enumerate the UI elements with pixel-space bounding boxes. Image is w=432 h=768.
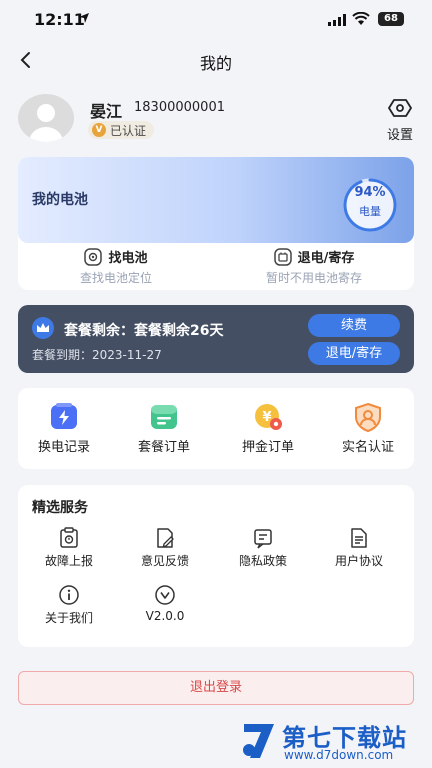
logout-button[interactable]: 退出登录 <box>18 671 414 705</box>
quick-item-deposit-order[interactable]: ¥ 押金订单 <box>222 402 314 455</box>
battery-percent: 94% <box>354 185 386 200</box>
feedback-icon <box>157 528 174 548</box>
return-battery-icon <box>273 247 292 266</box>
service-fault-report[interactable]: 故障上报 <box>24 527 114 569</box>
find-battery-label: 找电池 <box>108 251 148 266</box>
location-arrow-icon <box>79 13 89 23</box>
id-verify-icon <box>355 402 381 432</box>
battery-banner[interactable]: 我的电池 94% 电量 <box>18 157 414 243</box>
battery-title: 我的电池 <box>32 192 88 208</box>
verified-label: 已认证 <box>110 123 147 138</box>
user-phone: 18300000001 <box>134 100 225 115</box>
agreement-icon <box>351 528 367 548</box>
battery-gauge-label: 电量 <box>359 205 381 218</box>
status-bar: 12:11 68 <box>0 0 432 40</box>
service-privacy[interactable]: 隐私政策 <box>218 527 308 569</box>
return-battery-label: 退电/寄存 <box>297 251 355 266</box>
plan-return-button[interactable]: 退电/寄存 <box>308 342 400 365</box>
quick-actions: 换电记录 套餐订单 ¥ 押金订单 实名认证 <box>18 388 414 469</box>
return-battery-button[interactable]: 退电/寄存 暂时不用电池寄存 <box>224 247 404 286</box>
battery-status-icon: 68 <box>378 12 404 26</box>
plan-expiry: 套餐到期：2023-11-27 <box>32 348 162 362</box>
return-battery-sub: 暂时不用电池寄存 <box>265 271 362 285</box>
service-label: 用户协议 <box>334 554 383 568</box>
crown-icon <box>32 317 54 339</box>
services-title: 精选服务 <box>32 500 88 516</box>
battery-swap-icon <box>51 403 77 429</box>
settings-icon <box>388 99 412 117</box>
service-label: 故障上报 <box>44 554 93 568</box>
locate-battery-icon <box>84 247 103 266</box>
settings-button[interactable]: 设置 <box>380 98 420 143</box>
verified-icon: V <box>92 123 106 137</box>
version-icon <box>155 585 175 605</box>
service-label: 关于我们 <box>44 611 93 625</box>
find-battery-sub: 查找电池定位 <box>79 271 152 285</box>
service-feedback[interactable]: 意见反馈 <box>120 527 210 569</box>
settings-label: 设置 <box>386 128 413 143</box>
nav-bar: 我的 <box>0 40 432 80</box>
avatar[interactable] <box>18 94 74 142</box>
service-label: 意见反馈 <box>140 554 189 568</box>
service-label: 隐私政策 <box>238 554 287 568</box>
featured-services: 精选服务 故障上报 意见反馈 隐私政策 用户协议 关于我们 V2.0.0 <box>18 485 414 647</box>
wifi-icon <box>352 12 370 25</box>
privacy-icon <box>254 529 272 549</box>
find-battery-button[interactable]: 找电池 查找电池定位 <box>26 247 206 286</box>
watermark: 第七下载站 www.d7down.com <box>232 716 432 768</box>
quick-label: 换电记录 <box>37 440 90 455</box>
service-agreement[interactable]: 用户协议 <box>314 527 404 569</box>
quick-item-id-verify[interactable]: 实名认证 <box>322 402 414 455</box>
service-about[interactable]: 关于我们 <box>24 584 114 626</box>
info-icon <box>59 585 79 605</box>
service-version[interactable]: V2.0.0 <box>120 584 210 623</box>
deposit-order-icon: ¥ <box>255 404 282 430</box>
renew-button[interactable]: 续费 <box>308 314 400 337</box>
quick-label: 套餐订单 <box>137 440 190 455</box>
user-name: 晏江 <box>90 102 123 121</box>
plan-card: 套餐剩余：套餐剩余26天 套餐到期：2023-11-27 续费 退电/寄存 <box>18 305 414 373</box>
quick-item-battery-swap[interactable]: 换电记录 <box>18 402 110 455</box>
quick-item-package-order[interactable]: 套餐订单 <box>118 402 210 455</box>
site-logo-icon <box>243 724 274 758</box>
fault-report-icon <box>60 527 78 548</box>
battery-card: 我的电池 94% 电量 找电池 查找电池定位 退电/寄存 暂时不用电池寄存 <box>18 157 414 290</box>
page-title: 我的 <box>199 54 232 73</box>
plan-remaining: 套餐剩余：套餐剩余26天 <box>64 323 224 339</box>
service-label: V2.0.0 <box>145 609 185 623</box>
quick-label: 实名认证 <box>341 440 394 455</box>
package-order-icon <box>151 405 177 429</box>
watermark-url: www.d7down.com <box>284 748 394 762</box>
quick-label: 押金订单 <box>241 440 294 455</box>
verified-badge: V 已认证 <box>88 121 155 139</box>
user-silhouette-icon <box>29 104 63 142</box>
signal-icon <box>328 14 346 26</box>
